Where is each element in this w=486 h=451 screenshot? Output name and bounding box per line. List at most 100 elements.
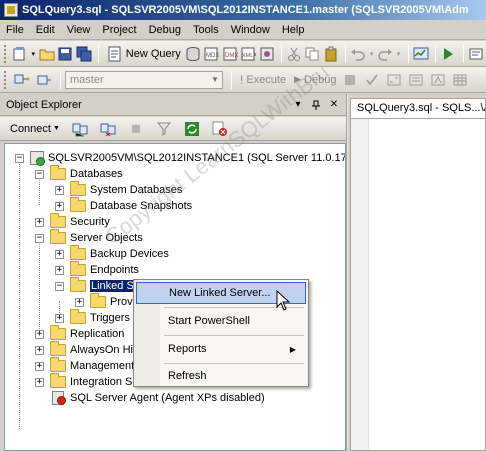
folder-icon	[50, 373, 66, 388]
tree-node-endpoints[interactable]: + Endpoints	[55, 261, 139, 278]
add-item-dropdown-icon[interactable]: ▾	[30, 44, 37, 64]
expand-icon[interactable]: +	[35, 217, 44, 227]
connect-query-icon[interactable]	[12, 70, 32, 90]
folder-icon	[50, 341, 66, 356]
menu-edit[interactable]: Edit	[30, 21, 61, 39]
intellisense-icon[interactable]	[428, 70, 448, 90]
menu-window[interactable]: Window	[225, 21, 276, 39]
activity-monitor-icon[interactable]	[413, 44, 429, 64]
document-tab-sqlquery3[interactable]: SQLQuery3.sql - SQLS...\Ac	[350, 98, 486, 118]
toolbar-separator	[280, 44, 282, 63]
sqlce-query-icon[interactable]	[258, 44, 274, 64]
change-connection-icon[interactable]	[34, 70, 54, 90]
expand-icon[interactable]: +	[55, 249, 64, 259]
tree-node-server-objects[interactable]: − Server Objects	[35, 229, 143, 246]
analysis-query-icon[interactable]: MDX	[203, 44, 219, 64]
database-engine-query-icon[interactable]	[185, 44, 201, 64]
redo-dropdown-icon[interactable]: ▾	[395, 44, 402, 64]
tree-node-server[interactable]: − SQLSVR2005VM\SQL2012INSTANCE1 (SQL Ser…	[15, 150, 345, 166]
folder-icon	[50, 325, 66, 340]
collapse-icon[interactable]: −	[35, 169, 44, 179]
tree-node-triggers[interactable]: + Triggers	[55, 309, 130, 326]
window-position-dropdown-icon[interactable]: ▾	[290, 97, 306, 113]
open-file-icon[interactable]	[39, 44, 55, 64]
menu-help[interactable]: Help	[276, 21, 311, 39]
folder-icon	[90, 293, 106, 308]
new-project-icon[interactable]	[12, 44, 28, 64]
xmla-query-icon[interactable]: XMLA	[240, 44, 256, 64]
tree-node-database-snapshots[interactable]: + Database Snapshots	[55, 197, 192, 214]
disconnect-icon[interactable]	[98, 119, 118, 139]
find-icon[interactable]	[468, 44, 484, 64]
menu-view[interactable]: View	[61, 21, 97, 39]
undo-dropdown-icon[interactable]: ▾	[368, 44, 375, 64]
tree-node-sql-server-agent[interactable]: SQL Server Agent (Agent XPs disabled)	[50, 390, 265, 406]
refresh-icon[interactable]	[182, 119, 202, 139]
tree-node-providers[interactable]: + Provi	[75, 293, 135, 310]
collapse-icon[interactable]: −	[55, 281, 64, 291]
paste-icon[interactable]	[323, 44, 339, 64]
cancel-query-icon[interactable]	[340, 70, 360, 90]
folder-icon	[50, 229, 66, 244]
tree-node-system-databases[interactable]: + System Databases	[55, 181, 183, 198]
cut-icon[interactable]	[286, 44, 302, 64]
tree-node-management[interactable]: + Management	[35, 357, 134, 374]
folder-icon	[50, 213, 66, 228]
new-query-button[interactable]: New Query	[103, 44, 185, 64]
menu-start-powershell[interactable]: Start PowerShell	[136, 310, 306, 332]
redo-icon[interactable]	[377, 44, 393, 64]
available-databases-select[interactable]: master ▼	[65, 70, 223, 89]
save-icon[interactable]	[57, 44, 73, 64]
connect-object-explorer-icon[interactable]	[70, 119, 90, 139]
tree-node-linked-servers[interactable]: − Linked Ser	[55, 277, 145, 294]
display-plan-icon[interactable]	[384, 70, 404, 90]
close-icon[interactable]: ✕	[326, 97, 342, 113]
menu-item-label: New Linked Server...	[169, 287, 271, 299]
toolbar-separator	[344, 44, 346, 63]
menu-tools[interactable]: Tools	[187, 21, 225, 39]
collapse-icon[interactable]: −	[35, 233, 44, 243]
results-to-grid-icon[interactable]	[450, 70, 470, 90]
tree-node-backup-devices[interactable]: + Backup Devices	[55, 245, 169, 262]
menu-project[interactable]: Project	[96, 21, 142, 39]
filter-icon[interactable]	[154, 119, 174, 139]
toolbar-grip[interactable]	[4, 70, 8, 89]
expand-icon[interactable]: +	[35, 377, 44, 387]
parse-check-icon[interactable]	[362, 70, 382, 90]
save-all-icon[interactable]	[75, 44, 92, 64]
menu-file[interactable]: File	[0, 21, 30, 39]
toolbar-grip[interactable]	[4, 44, 8, 63]
query-options-icon[interactable]	[406, 70, 426, 90]
tree-node-databases[interactable]: − Databases	[35, 165, 123, 182]
expand-icon[interactable]: +	[55, 185, 64, 195]
dmx-query-icon[interactable]: DMX	[222, 44, 238, 64]
tree-node-integration-services[interactable]: + Integration Se	[35, 373, 139, 390]
debug-button[interactable]: ▶ Debug	[290, 70, 340, 90]
expand-icon[interactable]: +	[55, 201, 64, 211]
stop-icon[interactable]	[126, 119, 146, 139]
expand-icon[interactable]: +	[35, 345, 44, 355]
menu-reports[interactable]: Reports ▶	[136, 338, 306, 360]
expand-icon[interactable]: +	[55, 265, 64, 275]
expand-icon[interactable]: +	[35, 329, 44, 339]
tree-node-security[interactable]: + Security	[35, 213, 110, 230]
tree-node-alwayson[interactable]: + AlwaysOn Hig	[35, 341, 139, 358]
delete-filter-icon[interactable]	[210, 119, 230, 139]
menu-refresh[interactable]: Refresh	[136, 365, 306, 387]
expand-icon[interactable]: +	[55, 313, 64, 323]
expand-icon[interactable]: +	[35, 361, 44, 371]
connect-button[interactable]: Connect ▼	[10, 123, 60, 135]
tree-node-replication[interactable]: + Replication	[35, 325, 124, 342]
tree-node-label: System Databases	[90, 184, 183, 196]
menu-debug[interactable]: Debug	[143, 21, 187, 39]
execute-button[interactable]: ! Execute	[236, 70, 290, 90]
menu-separator	[164, 335, 304, 336]
expand-icon[interactable]: +	[75, 297, 84, 307]
query-editor[interactable]	[350, 118, 486, 451]
auto-hide-pin-icon[interactable]	[308, 97, 324, 113]
folder-icon	[70, 309, 86, 324]
start-debugging-icon[interactable]	[440, 44, 456, 64]
undo-icon[interactable]	[350, 44, 366, 64]
copy-icon[interactable]	[304, 44, 320, 64]
collapse-icon[interactable]: −	[15, 153, 24, 163]
